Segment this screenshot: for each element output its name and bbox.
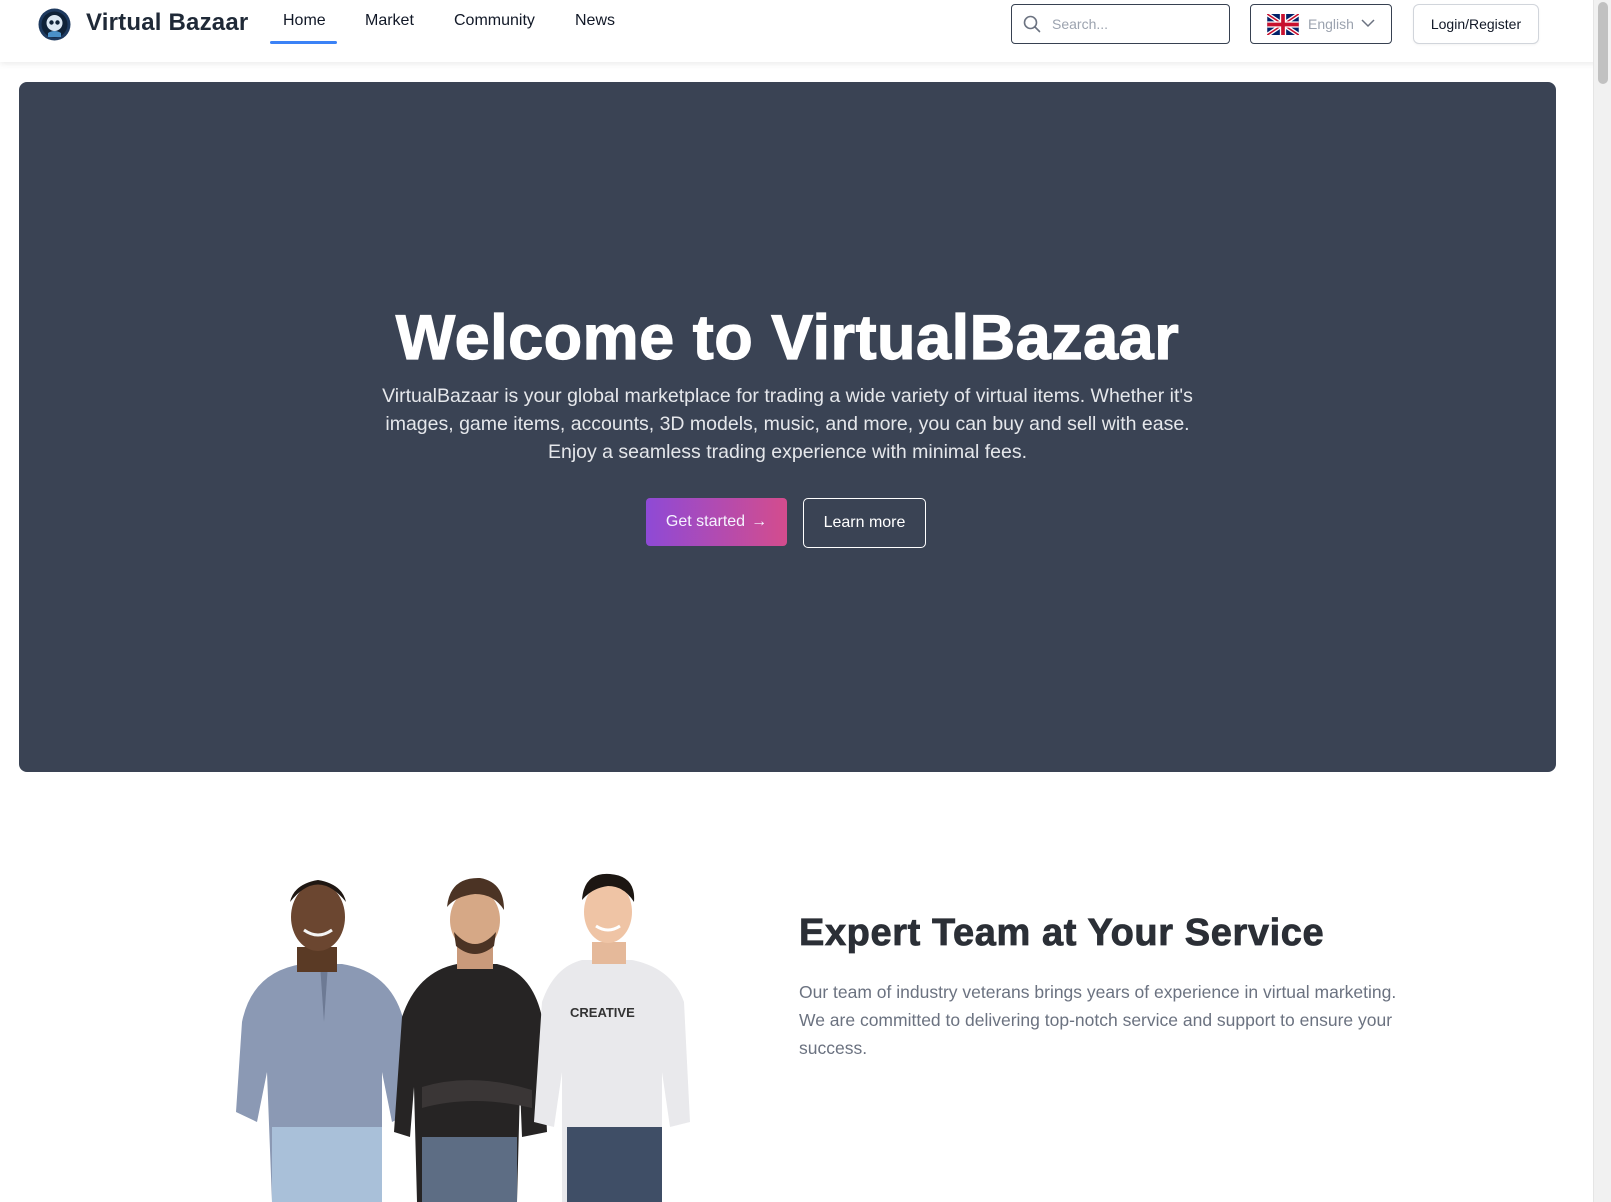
- team-photo: CREATIVE: [236, 873, 690, 1202]
- get-started-label: Get started: [665, 513, 746, 530]
- page-scrollbar[interactable]: [1593, 0, 1611, 1202]
- learn-more-button[interactable]: Learn more: [803, 498, 926, 548]
- nav-home[interactable]: Home: [283, 12, 326, 30]
- language-select[interactable]: English: [1250, 4, 1392, 44]
- brand-logo-icon[interactable]: [38, 8, 71, 41]
- search-input[interactable]: [1052, 13, 1217, 35]
- team-member-1: [236, 880, 412, 1202]
- login-register-button[interactable]: Login/Register: [1413, 4, 1539, 44]
- team-section-description: Our team of industry veterans brings yea…: [799, 982, 1397, 1058]
- hero-section: Welcome to VirtualBazaar VirtualBazaar i…: [19, 82, 1556, 772]
- team-member-3: CREATIVE: [534, 873, 690, 1202]
- get-started-button[interactable]: Get started →: [646, 498, 787, 546]
- uk-flag-icon: [1267, 14, 1299, 35]
- top-navbar: Virtual Bazaar Home Market Community New…: [0, 0, 1611, 62]
- team-section-title: Expert Team at Your Service: [799, 912, 1325, 955]
- scrollbar-thumb[interactable]: [1598, 2, 1608, 84]
- shirt-text: CREATIVE: [570, 1005, 635, 1020]
- active-nav-indicator: [270, 41, 337, 44]
- nav-market[interactable]: Market: [365, 12, 414, 30]
- hero-title: Welcome to VirtualBazaar: [395, 302, 1180, 373]
- brand-name[interactable]: Virtual Bazaar: [86, 9, 248, 37]
- search-icon: [1023, 15, 1041, 33]
- nav-community[interactable]: Community: [454, 12, 535, 30]
- team-member-2: [394, 877, 547, 1202]
- chevron-down-icon: [1361, 19, 1375, 28]
- nav-news[interactable]: News: [575, 12, 615, 30]
- language-label: English: [1308, 16, 1354, 32]
- hero-description: VirtualBazaar is your global marketplace…: [382, 385, 1193, 463]
- arrow-right-icon: →: [751, 513, 768, 530]
- search-box[interactable]: [1011, 4, 1230, 44]
